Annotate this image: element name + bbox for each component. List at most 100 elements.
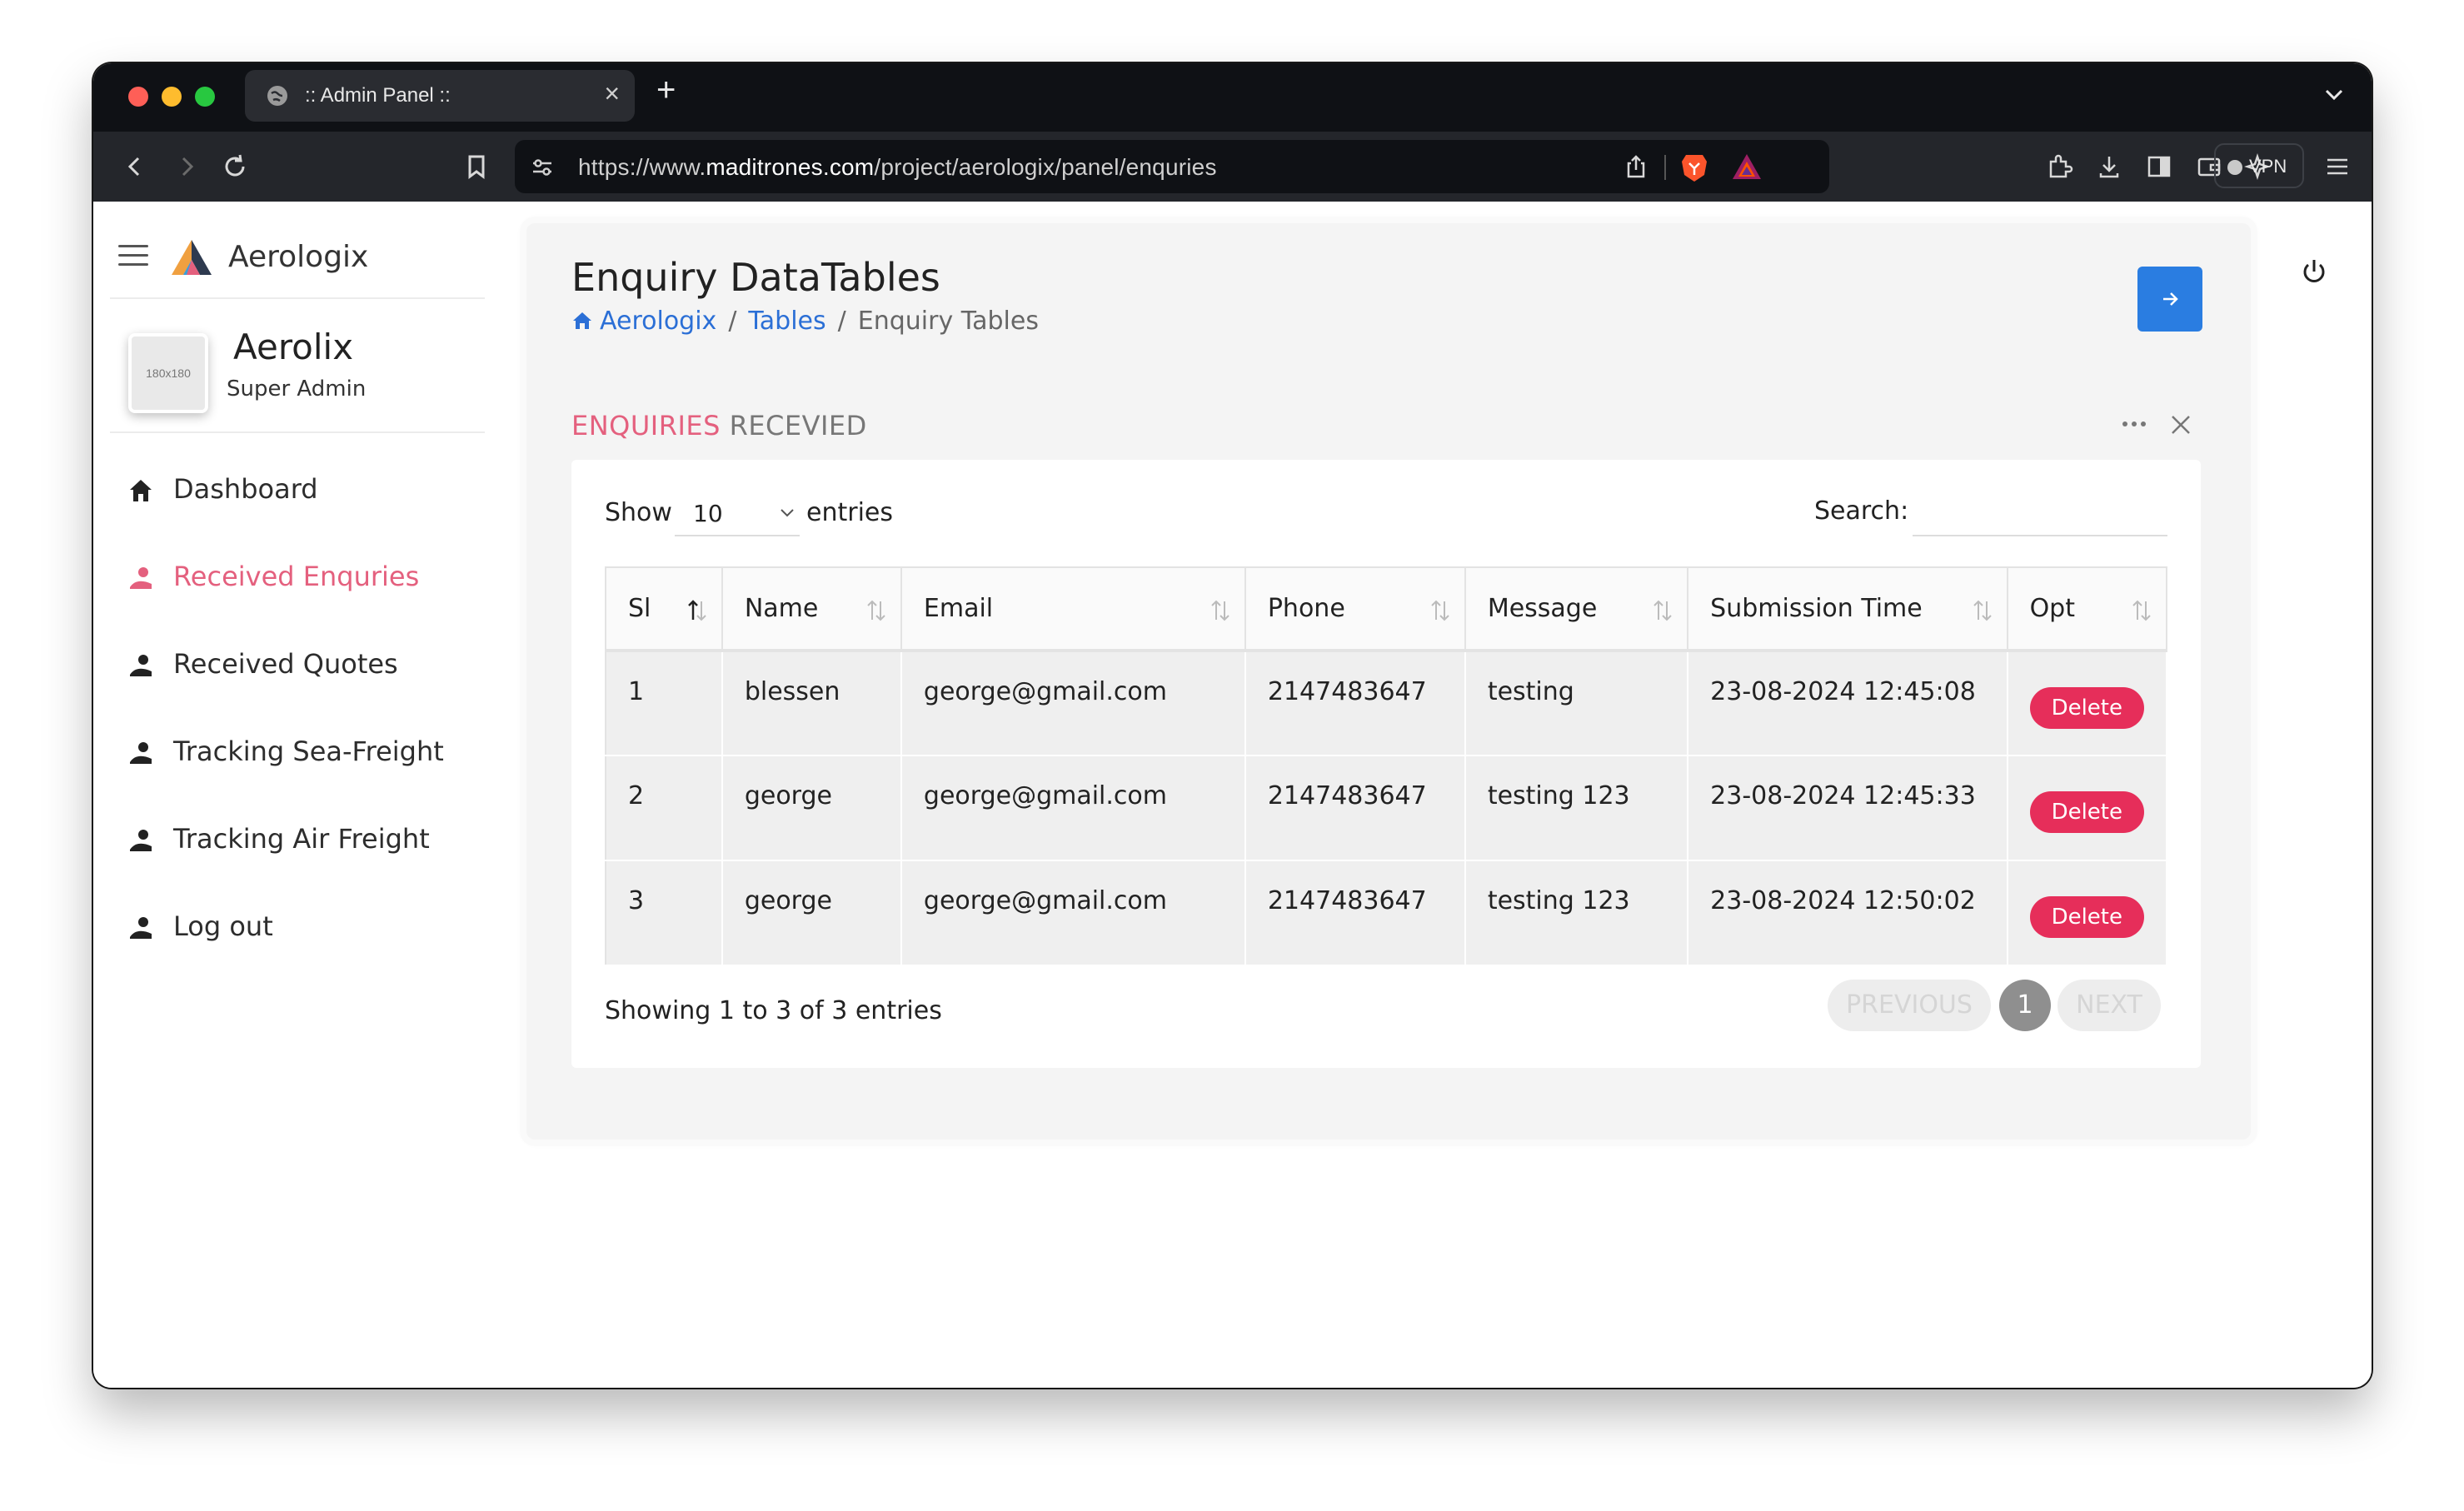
globe-icon — [267, 86, 287, 106]
cell-message: testing — [1464, 650, 1689, 756]
datatable-card: Show 10 entries Search: Sl Name Email Ph… — [571, 460, 2201, 1068]
tab-admin-panel[interactable]: :: Admin Panel :: × — [245, 70, 635, 122]
hamburger-menu-icon[interactable] — [118, 245, 148, 267]
minimize-window-button[interactable] — [162, 87, 182, 107]
user-icon — [130, 917, 152, 939]
cell-name: blessen — [721, 650, 902, 756]
delete-button[interactable]: Delete — [2029, 687, 2144, 729]
column-header-name[interactable]: Name — [721, 566, 902, 652]
share-icon[interactable] — [1623, 153, 1649, 180]
go-button[interactable] — [2137, 267, 2202, 332]
sidebar-icon[interactable] — [2142, 150, 2176, 183]
cell-email: george@gmail.com — [900, 860, 1246, 966]
column-header-phone[interactable]: Phone — [1244, 566, 1466, 652]
new-tab-button[interactable]: + — [656, 72, 676, 109]
table-row: 1 blessen george@gmail.com 2147483647 te… — [605, 650, 2168, 756]
browser-window: :: Admin Panel :: × + https://www.maditr… — [93, 63, 2372, 1388]
forward-icon[interactable] — [170, 150, 203, 183]
chevron-down-icon[interactable] — [2322, 82, 2347, 107]
admin-page: Aerologix 180x180 Aerolix Super Admin Da… — [93, 202, 2372, 1388]
brand-name[interactable]: Aerologix — [228, 240, 368, 274]
sort-asc-icon — [687, 600, 706, 621]
brave-shield-icon[interactable] — [1679, 152, 1709, 183]
sidebar-item-label: Received Quotes — [173, 648, 398, 680]
reload-icon[interactable] — [218, 150, 252, 183]
pagination-next-button[interactable]: NEXT — [2057, 980, 2161, 1031]
sort-icon — [1973, 600, 1992, 621]
tab-close-icon[interactable]: × — [604, 78, 620, 109]
cell-message: testing 123 — [1464, 860, 1689, 966]
brave-rewards-icon[interactable] — [1731, 152, 1763, 182]
sidebar-menu: Dashboard Received Enquries Received Quo… — [93, 473, 501, 1001]
chevron-down-icon — [781, 509, 794, 517]
delete-button[interactable]: Delete — [2029, 791, 2144, 833]
cell-email: george@gmail.com — [900, 650, 1246, 756]
page-title: Enquiry DataTables — [571, 255, 940, 300]
extensions-icon[interactable] — [2043, 150, 2076, 183]
column-header-submission-time[interactable]: Submission Time — [1687, 566, 2008, 652]
site-settings-icon[interactable] — [530, 155, 555, 180]
download-icon[interactable] — [2092, 150, 2126, 183]
arrow-right-icon — [2163, 292, 2178, 306]
vpn-button[interactable]: VPN — [2214, 143, 2304, 188]
show-label: Show — [605, 498, 672, 527]
bookmark-icon[interactable] — [460, 150, 493, 183]
user-icon — [130, 742, 152, 764]
sidebar-item-tracking-sea-freight[interactable]: Tracking Sea-Freight — [93, 736, 501, 826]
user-icon — [130, 655, 152, 676]
user-icon — [130, 830, 152, 851]
breadcrumb: Aerologix / Tables / Enquiry Tables — [571, 307, 1039, 336]
cell-sl: 2 — [605, 755, 723, 861]
table-header-row: Sl Name Email Phone Message Submission T… — [605, 566, 2168, 652]
vpn-label: VPN — [2249, 156, 2287, 177]
cell-opt: Delete — [2006, 650, 2168, 756]
sidebar-item-label: Tracking Sea-Freight — [173, 736, 444, 767]
power-icon[interactable] — [2297, 255, 2331, 288]
cell-name: george — [721, 860, 902, 966]
delete-button[interactable]: Delete — [2029, 896, 2144, 938]
column-header-opt[interactable]: Opt — [2006, 566, 2168, 652]
tab-bar: :: Admin Panel :: × + — [93, 63, 2372, 132]
sidebar-item-dashboard[interactable]: Dashboard — [93, 473, 501, 564]
entries-select[interactable]: 10 — [675, 491, 800, 536]
divider — [110, 297, 485, 299]
cell-time: 23-08-2024 12:45:08 — [1687, 650, 2008, 756]
main-panel: Enquiry DataTables Aerologix / Tables / Enqu… — [526, 223, 2251, 1139]
cell-sl: 3 — [605, 860, 723, 966]
pagination-previous-button[interactable]: PREVIOUS — [1828, 980, 1991, 1031]
sidebar-item-tracking-air-freight[interactable]: Tracking Air Freight — [93, 823, 501, 914]
home-icon — [130, 480, 152, 501]
search-input[interactable] — [1913, 491, 2167, 536]
column-header-sl[interactable]: Sl — [605, 566, 723, 652]
more-options-icon[interactable] — [2121, 420, 2147, 428]
user-icon — [130, 567, 152, 589]
sort-icon — [1653, 600, 1672, 621]
url-text[interactable]: https://www.maditrones.com/project/aerol… — [578, 154, 1217, 181]
entries-select-value: 10 — [693, 500, 723, 527]
close-icon[interactable] — [2169, 413, 2192, 436]
divider — [110, 431, 485, 433]
cell-message: testing 123 — [1464, 755, 1689, 861]
home-icon — [573, 312, 591, 329]
user-name: Aerolix — [233, 327, 354, 367]
back-icon[interactable] — [118, 150, 152, 183]
maximize-window-button[interactable] — [195, 87, 215, 107]
table-row: 2 george george@gmail.com 2147483647 tes… — [605, 755, 2168, 861]
column-header-email[interactable]: Email — [900, 566, 1246, 652]
breadcrumb-tables[interactable]: Tables — [748, 307, 825, 336]
sort-icon — [1211, 600, 1230, 621]
sidebar-item-log-out[interactable]: Log out — [93, 910, 501, 1001]
column-header-message[interactable]: Message — [1464, 566, 1689, 652]
enquiries-table: Sl Name Email Phone Message Submission T… — [605, 566, 2168, 966]
sidebar-item-received-quotes[interactable]: Received Quotes — [93, 648, 501, 739]
pagination-page-button[interactable]: 1 — [1999, 980, 2051, 1031]
cell-phone: 2147483647 — [1244, 860, 1466, 966]
close-window-button[interactable] — [128, 87, 148, 107]
sidebar-item-received-enquiries[interactable]: Received Enquries — [93, 561, 501, 651]
cell-email: george@gmail.com — [900, 755, 1246, 861]
breadcrumb-home[interactable]: Aerologix — [600, 307, 716, 336]
table-row: 3 george george@gmail.com 2147483647 tes… — [605, 860, 2168, 966]
menu-icon[interactable] — [2321, 150, 2354, 183]
address-bar[interactable]: https://www.maditrones.com/project/aerol… — [515, 140, 1829, 193]
cell-phone: 2147483647 — [1244, 755, 1466, 861]
